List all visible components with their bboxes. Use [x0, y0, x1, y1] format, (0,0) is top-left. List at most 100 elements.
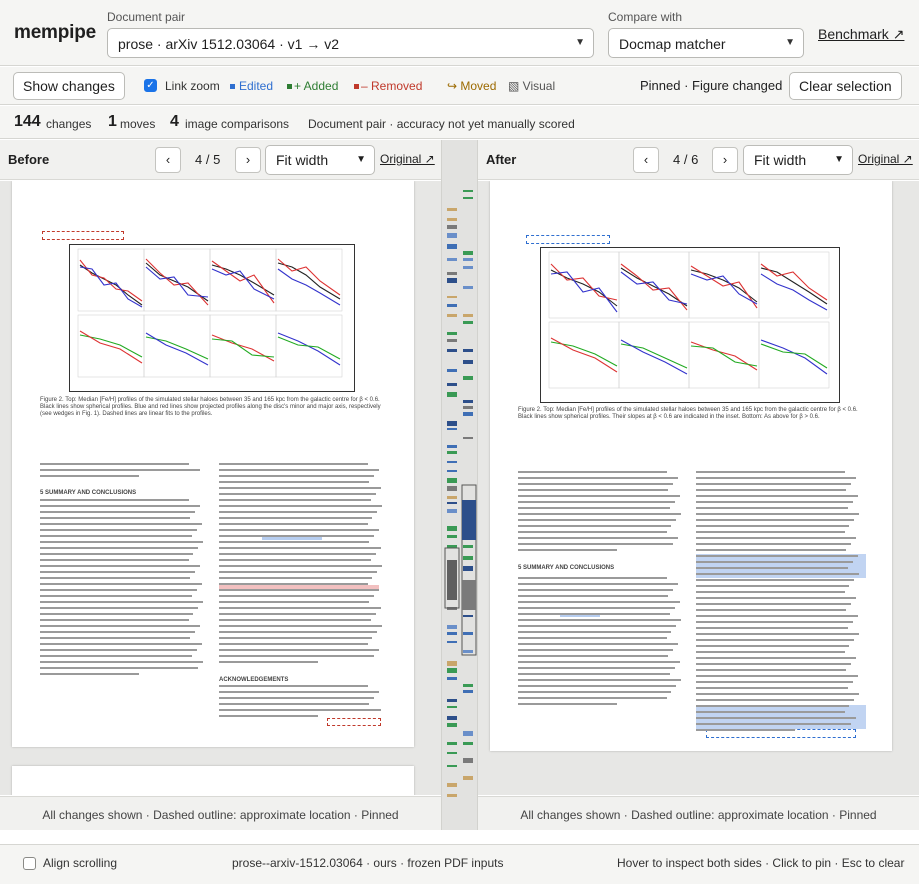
minimap-change-mark[interactable] [447, 278, 457, 283]
minimap-change-mark[interactable] [447, 641, 457, 643]
minimap-change-mark[interactable] [447, 560, 457, 600]
minimap-change-mark[interactable] [463, 632, 473, 635]
minimap-change-mark[interactable] [463, 556, 473, 560]
minimap-change-mark[interactable] [447, 765, 457, 767]
minimap-change-mark[interactable] [463, 376, 473, 380]
before-approx-location-marker-2[interactable] [327, 718, 381, 726]
minimap-change-mark[interactable] [463, 742, 473, 745]
minimap-change-mark[interactable] [447, 445, 457, 448]
minimap-change-mark[interactable] [447, 218, 457, 221]
minimap-change-mark[interactable] [463, 349, 473, 352]
compare-select[interactable]: Docmap matcher ▼ [608, 28, 804, 58]
minimap-change-mark[interactable] [447, 369, 457, 372]
minimap-change-mark[interactable] [447, 225, 457, 229]
minimap-change-mark[interactable] [463, 400, 473, 403]
minimap-change-mark[interactable] [463, 406, 473, 409]
minimap-change-mark[interactable] [447, 428, 457, 430]
minimap-change-mark[interactable] [463, 321, 473, 324]
minimap-change-mark[interactable] [447, 509, 457, 513]
minimap-change-mark[interactable] [447, 486, 457, 491]
minimap-change-mark[interactable] [447, 535, 457, 538]
minimap-change-mark[interactable] [447, 258, 457, 261]
minimap-change-mark[interactable] [447, 339, 457, 342]
before-prev-page-button[interactable]: ‹ [155, 147, 181, 173]
align-scrolling-checkbox[interactable] [23, 857, 36, 870]
minimap-change-mark[interactable] [447, 383, 457, 386]
minimap-change-mark[interactable] [447, 668, 457, 673]
minimap-change-mark[interactable] [447, 272, 457, 275]
minimap-change-mark[interactable] [462, 580, 476, 610]
minimap-change-mark[interactable] [463, 731, 473, 736]
after-prev-page-button[interactable]: ‹ [633, 147, 659, 173]
before-zoom-select[interactable]: Fit width ▼ [265, 145, 375, 175]
link-zoom-checkbox[interactable]: ✓ [144, 79, 157, 92]
minimap-change-mark[interactable] [462, 500, 476, 540]
minimap-change-mark[interactable] [447, 496, 457, 499]
minimap-change-mark[interactable] [463, 412, 473, 416]
minimap-change-mark[interactable] [447, 451, 457, 454]
minimap-change-mark[interactable] [447, 421, 457, 426]
minimap-change-mark[interactable] [447, 794, 457, 797]
minimap-change-mark[interactable] [447, 502, 457, 504]
minimap-change-mark[interactable] [447, 783, 457, 787]
before-approx-location-marker[interactable] [42, 231, 124, 240]
before-next-page-button[interactable]: › [235, 147, 261, 173]
minimap-change-mark[interactable] [463, 776, 473, 780]
minimap-change-mark[interactable] [463, 615, 473, 617]
change-minimap[interactable] [441, 140, 478, 830]
minimap-change-mark[interactable] [463, 566, 473, 571]
minimap-change-mark[interactable] [447, 233, 457, 238]
minimap-change-mark[interactable] [447, 244, 457, 249]
minimap-change-mark[interactable] [447, 526, 457, 531]
minimap-change-mark[interactable] [463, 545, 473, 548]
minimap-change-mark[interactable] [463, 266, 473, 269]
minimap-change-mark[interactable] [447, 632, 457, 635]
after-page-view[interactable]: Figure 2. Top: Median [Fe/H] profiles of… [478, 181, 919, 795]
minimap-change-mark[interactable] [447, 723, 457, 727]
minimap-change-mark[interactable] [447, 470, 457, 472]
minimap-change-mark[interactable] [463, 314, 473, 317]
minimap-change-mark[interactable] [447, 296, 457, 298]
minimap-change-mark[interactable] [447, 716, 457, 720]
minimap-change-mark[interactable] [447, 332, 457, 335]
minimap-change-mark[interactable] [463, 197, 473, 199]
minimap-change-mark[interactable] [463, 758, 473, 763]
doc-pair-select[interactable]: prose · arXiv 1512.03064 · v1 → v2 ▼ [107, 28, 594, 58]
benchmark-link[interactable]: Benchmark ↗ [818, 26, 904, 43]
minimap-change-mark[interactable] [447, 304, 457, 307]
after-original-link[interactable]: Original ↗ [858, 152, 913, 166]
clear-selection-button[interactable]: Clear selection [789, 72, 902, 100]
before-page-view[interactable]: Figure 2. Top: Median [Fe/H] profiles of… [0, 181, 441, 795]
minimap-change-mark[interactable] [463, 190, 473, 192]
minimap-change-mark[interactable] [463, 650, 473, 653]
minimap-change-mark[interactable] [463, 360, 473, 364]
minimap-change-mark[interactable] [447, 742, 457, 745]
before-figure[interactable] [69, 244, 355, 392]
minimap-change-mark[interactable] [447, 349, 457, 352]
after-next-page-button[interactable]: › [712, 147, 738, 173]
minimap-change-mark[interactable] [463, 690, 473, 693]
after-zoom-select[interactable]: Fit width ▼ [743, 145, 853, 175]
minimap-change-mark[interactable] [463, 258, 473, 261]
text-line [518, 489, 669, 491]
minimap-change-mark[interactable] [447, 625, 457, 629]
show-changes-button[interactable]: Show changes [13, 72, 125, 100]
minimap-change-mark[interactable] [447, 478, 457, 483]
after-figure[interactable] [540, 247, 840, 403]
minimap-change-mark[interactable] [463, 437, 473, 439]
minimap-change-mark[interactable] [447, 677, 457, 680]
minimap-change-mark[interactable] [447, 314, 457, 317]
minimap-change-mark[interactable] [447, 208, 457, 211]
minimap-change-mark[interactable] [447, 752, 457, 754]
before-original-link[interactable]: Original ↗ [380, 152, 435, 166]
minimap-change-mark[interactable] [463, 286, 473, 289]
minimap-change-mark[interactable] [447, 699, 457, 702]
after-approx-location-marker[interactable] [526, 235, 610, 244]
minimap-change-mark[interactable] [463, 684, 473, 687]
minimap-change-mark[interactable] [447, 706, 457, 708]
minimap-change-mark[interactable] [447, 392, 457, 397]
minimap-change-mark[interactable] [463, 251, 473, 255]
minimap-change-mark[interactable] [447, 461, 457, 463]
minimap-change-mark[interactable] [447, 661, 457, 666]
before-edited-highlight[interactable] [262, 537, 322, 540]
